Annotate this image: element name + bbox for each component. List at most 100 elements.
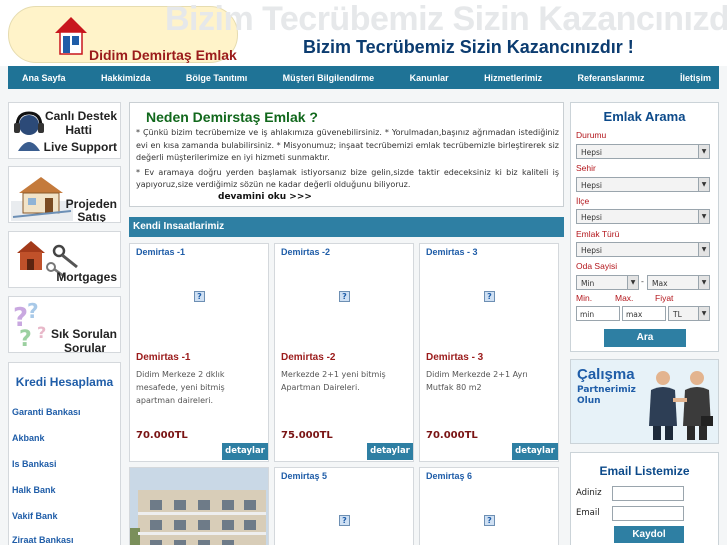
chevron-down-icon: ▼	[698, 178, 709, 191]
min-price-input[interactable]: min	[576, 306, 620, 321]
card-title[interactable]: Demirtaş 5	[281, 471, 327, 481]
house-logo-icon	[55, 17, 87, 55]
card-title[interactable]: Demirtaş 6	[426, 471, 472, 481]
property-card-5[interactable]: Demirtaş 5 ?	[274, 467, 414, 545]
property-card-1[interactable]: Demirtas -1 ? Demirtas -1 Didim Merkeze …	[129, 243, 269, 462]
calisma-banner[interactable]: Çalışma Partnerimiz Olun	[570, 359, 719, 444]
oda-max-select[interactable]: Max ▼	[647, 275, 710, 290]
oda-min-select[interactable]: Min ▼	[576, 275, 639, 290]
card-title[interactable]: Demirtas -1	[136, 247, 185, 257]
durum-select[interactable]: Hepsi ▼	[576, 144, 710, 159]
max-price-input[interactable]: max	[622, 306, 666, 321]
bank-ziraat[interactable]: Ziraat Bankası	[12, 535, 120, 545]
ara-button[interactable]: Ara	[604, 329, 686, 347]
ilce-value: Hepsi	[581, 213, 603, 222]
card-price: 70.000TL	[426, 430, 478, 441]
calisma-sub-2: Olun	[577, 396, 601, 406]
live-support-line-3: Live Support	[43, 140, 117, 154]
max-label: Max.	[615, 293, 634, 303]
durum-label: Durumu	[576, 130, 607, 140]
range-dash: -	[641, 277, 644, 286]
chevron-down-icon: ▼	[698, 145, 709, 158]
nav-iletisim[interactable]: İletişim	[680, 73, 711, 83]
svg-text:?: ?	[19, 327, 32, 348]
adiniz-input[interactable]	[612, 486, 684, 501]
sss-box[interactable]: ? ? ? ? Sık Sorulan Sorular	[8, 296, 121, 353]
calisma-sub-1: Partnerimiz	[577, 385, 636, 395]
card-desc: Didim Merkezde 2+1 Ayrı Mutfak 80 m2	[426, 370, 528, 392]
card-desc: Merkezde 2+1 yeni bitmiş Apartman Dairel…	[281, 370, 386, 392]
page: Didim Demirtaş Emlak Bizim Tecrübemiz Si…	[0, 0, 727, 545]
card-title[interactable]: Demirtas - 3	[426, 247, 478, 257]
neden-box: Neden Demirstaş Emlak ? * Çünkü bizim te…	[129, 102, 564, 207]
currency-select[interactable]: TL ▼	[668, 306, 710, 321]
image-placeholder-icon: ?	[339, 291, 350, 302]
mortgages-box[interactable]: Mortgages	[8, 231, 121, 288]
nav-hakkimizda[interactable]: Hakkimizda	[101, 73, 151, 83]
calisma-title: Çalışma	[577, 366, 635, 383]
email-listemize-box: Email Listemize Adiniz Email Kaydol	[570, 452, 719, 545]
handshake-icon	[649, 371, 713, 440]
durum-value: Hepsi	[581, 148, 603, 157]
kaydol-button[interactable]: Kaydol	[614, 526, 684, 543]
nav-hizmetlerimiz[interactable]: Hizmetlerimiz	[484, 73, 542, 83]
slogan: Bizim Tecrübemiz Sizin Kazancınızdır !	[303, 37, 634, 57]
min-label: Min.	[576, 293, 593, 303]
detaylar-button[interactable]: detaylar	[222, 443, 268, 460]
neden-text-2: * Ev aramaya doğru yerden başlamak istiy…	[136, 167, 559, 190]
sss-line-1: Sık Sorulan	[50, 327, 117, 341]
live-support-line-1: Canlı Destek	[44, 109, 117, 123]
oda-label: Oda Sayisi	[576, 261, 618, 271]
nav-musteri-bilgilendirme[interactable]: Müşteri Bilgilendirme	[283, 73, 375, 83]
neden-title: Neden Demirstaş Emlak ?	[146, 109, 318, 125]
ilce-label: İlçe	[576, 196, 590, 206]
property-card-4[interactable]	[129, 467, 269, 545]
bank-garanti[interactable]: Garanti Bankası	[12, 407, 120, 417]
fiyat-label: Fiyat	[655, 293, 674, 303]
email-title: Email Listemize	[599, 464, 690, 478]
currency-value: TL	[673, 310, 682, 319]
sehir-select[interactable]: Hepsi ▼	[576, 177, 710, 192]
oda-max-value: Max	[652, 279, 668, 288]
neden-text: * Çünkü bizim tecrübemize ve iş ahlakımı…	[136, 128, 559, 163]
nav-bolge-tanitimi[interactable]: Bölge Tanıtımı	[186, 73, 247, 83]
live-support-line-2: Hatti	[65, 123, 92, 137]
svg-text:?: ?	[37, 323, 46, 342]
ilce-select[interactable]: Hepsi ▼	[576, 209, 710, 224]
sss-line-2: Sorular	[63, 341, 106, 353]
bank-halkbank[interactable]: Halk Bank	[12, 485, 120, 495]
chevron-down-icon: ▼	[627, 276, 638, 289]
bank-vakifbank[interactable]: Vakif Bank	[12, 511, 120, 521]
property-card-2[interactable]: Demirtas -2 ? Demirtas -2 Merkezde 2+1 y…	[274, 243, 414, 462]
adiniz-label: Adiniz	[576, 488, 602, 498]
nav-referanslarimiz[interactable]: Referanslarımız	[578, 73, 645, 83]
oda-min-value: Min	[581, 279, 595, 288]
card-name: Demirtas -1	[136, 352, 191, 363]
detaylar-button[interactable]: detaylar	[367, 443, 413, 460]
property-card-6[interactable]: Demirtaş 6 ?	[419, 467, 559, 545]
tur-select[interactable]: Hepsi ▼	[576, 242, 710, 257]
read-more-link[interactable]: devamini oku >>>	[218, 192, 312, 202]
bank-isbankasi[interactable]: Is Bankasi	[12, 459, 120, 469]
card-title[interactable]: Demirtas -2	[281, 247, 330, 257]
card-price: 75.000TL	[281, 430, 333, 441]
header: Didim Demirtaş Emlak Bizim Tecrübemiz Si…	[0, 0, 727, 66]
building-photo	[130, 468, 268, 545]
logo-text: Didim Demirtaş Emlak	[89, 47, 237, 63]
live-support-box[interactable]: Canlı Destek Hatti Live Support	[8, 102, 121, 159]
projeden-satis-box[interactable]: Projeden Satış	[8, 166, 121, 223]
property-card-3[interactable]: Demirtas - 3 ? Demirtas - 3 Didim Merkez…	[419, 243, 559, 462]
emlak-arama-box: Emlak Arama Durumu Hepsi ▼ Sehir Hepsi ▼ İ…	[570, 102, 719, 352]
email-input[interactable]	[612, 506, 684, 521]
nav-ana-sayfa[interactable]: Ana Sayfa	[22, 73, 66, 83]
detaylar-button[interactable]: detaylar	[512, 443, 558, 460]
svg-text:?: ?	[27, 300, 39, 323]
bank-akbank[interactable]: Akbank	[12, 433, 120, 443]
sehir-value: Hepsi	[581, 181, 603, 190]
projeden-line-2: Satış	[77, 210, 106, 223]
nav-kanunlar[interactable]: Kanunlar	[410, 73, 449, 83]
chevron-down-icon: ▼	[698, 210, 709, 223]
chevron-down-icon: ▼	[698, 243, 709, 256]
slogan-watermark: Bizim Tecrübemiz Sizin Kazancınızdır !	[165, 0, 727, 38]
main-nav: Ana Sayfa Hakkimizda Bölge Tanıtımı Müşt…	[8, 66, 719, 89]
